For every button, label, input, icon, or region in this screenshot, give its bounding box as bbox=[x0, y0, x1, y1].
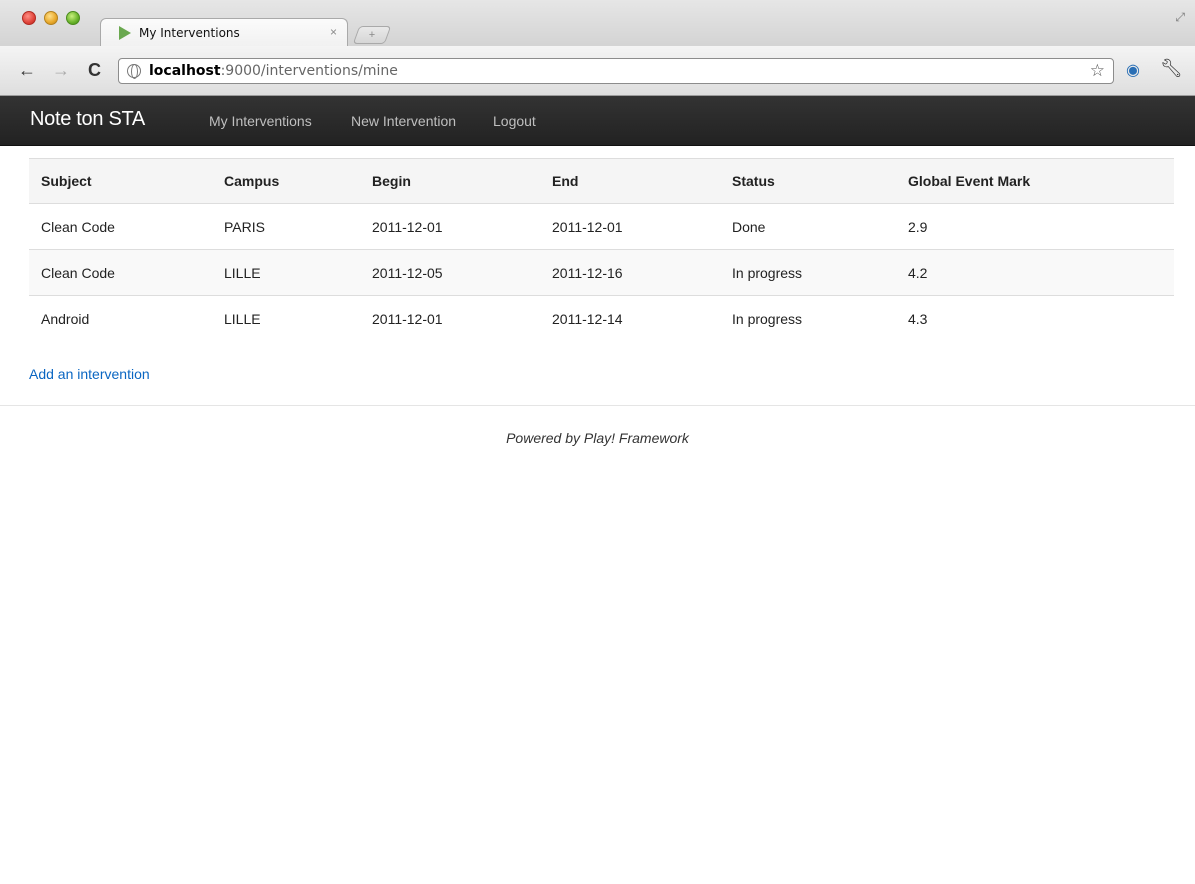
browser-tab[interactable]: My Interventions × bbox=[100, 18, 348, 46]
browser-toolbar: ← → C localhost:9000/interventions/mine … bbox=[0, 46, 1195, 96]
cell-mark: 4.3 bbox=[896, 295, 1174, 342]
nav-my-interventions[interactable]: My Interventions bbox=[209, 113, 312, 129]
table-row: Clean Code LILLE 2011-12-05 2011-12-16 I… bbox=[29, 249, 1174, 296]
tab-title: My Interventions bbox=[139, 26, 240, 40]
cell-campus: PARIS bbox=[212, 203, 360, 250]
reload-icon[interactable]: C bbox=[88, 60, 101, 81]
cell-begin: 2011-12-01 bbox=[360, 203, 540, 250]
play-favicon-icon bbox=[119, 26, 131, 40]
interventions-table: Subject Campus Begin End Status Global E… bbox=[29, 158, 1174, 342]
url-host: localhost bbox=[149, 63, 221, 79]
interventions-table-wrapper: Subject Campus Begin End Status Global E… bbox=[29, 158, 1174, 342]
header-begin: Begin bbox=[360, 158, 540, 204]
minimize-window-button[interactable] bbox=[44, 11, 58, 25]
globe-extension-icon[interactable]: ◉ bbox=[1126, 60, 1140, 80]
header-status: Status bbox=[720, 158, 896, 204]
table-row: Android LILLE 2011-12-01 2011-12-14 In p… bbox=[29, 295, 1174, 342]
cell-mark: 2.9 bbox=[896, 203, 1174, 250]
header-global-event-mark: Global Event Mark bbox=[896, 158, 1174, 204]
table-row: Clean Code PARIS 2011-12-01 2011-12-01 D… bbox=[29, 203, 1174, 250]
new-tab-button[interactable]: + bbox=[352, 26, 392, 44]
top-navbar: Note ton STA My Interventions New Interv… bbox=[0, 96, 1195, 146]
cell-subject: Android bbox=[29, 295, 212, 342]
close-window-button[interactable] bbox=[22, 11, 36, 25]
back-arrow-icon[interactable]: ← bbox=[18, 60, 36, 81]
header-campus: Campus bbox=[212, 158, 360, 204]
table-header-row: Subject Campus Begin End Status Global E… bbox=[29, 158, 1174, 204]
tab-close-icon[interactable]: × bbox=[330, 25, 337, 39]
forward-arrow-icon[interactable]: → bbox=[52, 60, 70, 81]
nav-new-intervention[interactable]: New Intervention bbox=[351, 113, 456, 129]
star-icon[interactable]: ☆ bbox=[1090, 61, 1105, 81]
wrench-icon[interactable]: 🔧︎ bbox=[1160, 58, 1183, 79]
cell-subject: Clean Code bbox=[29, 249, 212, 296]
nav-logout[interactable]: Logout bbox=[493, 113, 536, 129]
footer-divider bbox=[0, 405, 1195, 406]
maximize-window-button[interactable] bbox=[66, 11, 80, 25]
url-text: localhost:9000/interventions/mine bbox=[149, 63, 398, 79]
cell-status: Done bbox=[720, 203, 896, 250]
url-path: :9000/interventions/mine bbox=[220, 63, 398, 79]
cell-end: 2011-12-16 bbox=[540, 249, 720, 296]
cell-end: 2011-12-01 bbox=[540, 203, 720, 250]
cell-subject: Clean Code bbox=[29, 203, 212, 250]
cell-campus: LILLE bbox=[212, 295, 360, 342]
browser-window: My Interventions × + ⤢ ← → C localhost:9… bbox=[0, 0, 1195, 884]
site-info-icon[interactable] bbox=[127, 64, 141, 79]
cell-mark: 4.2 bbox=[896, 249, 1174, 296]
plus-icon: + bbox=[368, 29, 376, 41]
add-intervention-link[interactable]: Add an intervention bbox=[29, 366, 150, 382]
header-subject: Subject bbox=[29, 158, 212, 204]
header-end: End bbox=[540, 158, 720, 204]
cell-begin: 2011-12-01 bbox=[360, 295, 540, 342]
fullscreen-icon[interactable]: ⤢ bbox=[1175, 10, 1185, 25]
web-page: Note ton STA My Interventions New Interv… bbox=[0, 96, 1195, 884]
cell-end: 2011-12-14 bbox=[540, 295, 720, 342]
cell-status: In progress bbox=[720, 249, 896, 296]
brand-link[interactable]: Note ton STA bbox=[30, 108, 145, 131]
address-bar[interactable]: localhost:9000/interventions/mine ☆ bbox=[118, 58, 1114, 84]
cell-campus: LILLE bbox=[212, 249, 360, 296]
cell-status: In progress bbox=[720, 295, 896, 342]
footer-text: Powered by Play! Framework bbox=[506, 430, 689, 446]
cell-begin: 2011-12-05 bbox=[360, 249, 540, 296]
